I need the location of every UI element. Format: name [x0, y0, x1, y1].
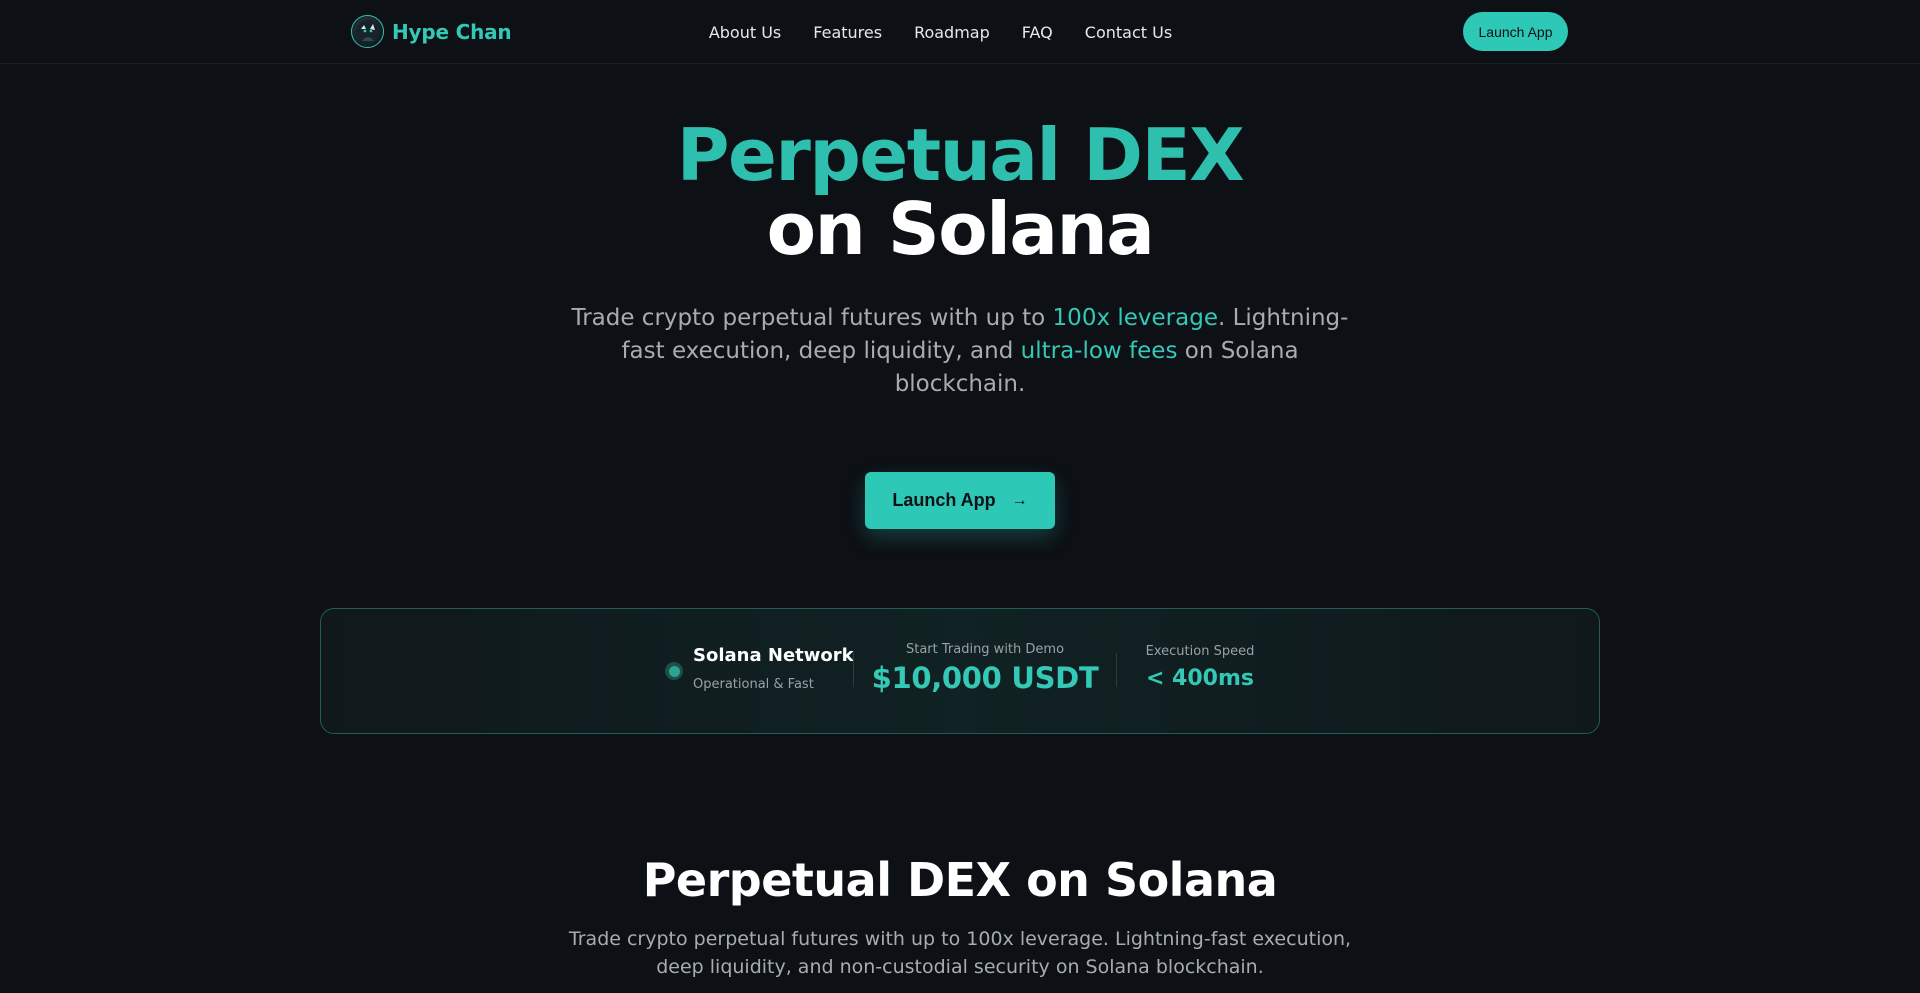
- hero-launch-app-label: Launch App: [892, 490, 996, 510]
- network-status: Operational & Fast: [693, 677, 814, 692]
- nav-about-us[interactable]: About Us: [709, 23, 781, 42]
- nav-contact-us[interactable]: Contact Us: [1085, 23, 1172, 42]
- nav-faq[interactable]: FAQ: [1022, 23, 1053, 42]
- hero-launch-app-button[interactable]: Launch App →: [865, 472, 1055, 529]
- nav-roadmap[interactable]: Roadmap: [914, 23, 990, 42]
- stats-divider: [853, 653, 854, 687]
- mascot-avatar-icon: [351, 15, 384, 48]
- hero-title: Perpetual DEX on Solana: [0, 118, 1920, 266]
- hero-title-line2: on Solana: [766, 187, 1155, 271]
- header-launch-app-button[interactable]: Launch App: [1463, 12, 1568, 51]
- brand-name: Hype Chan: [392, 19, 512, 44]
- arrow-right-icon: →: [1011, 491, 1028, 509]
- brand-logo-link[interactable]: Hype Chan: [351, 15, 512, 48]
- network-title: Solana Network: [693, 645, 854, 666]
- landing-page: Hype Chan About Us Features Roadmap FAQ …: [0, 0, 1920, 993]
- hero-sub-text-1: Trade crypto perpetual futures with up t…: [571, 305, 1053, 331]
- demo-label: Start Trading with Demo: [905, 642, 1065, 657]
- nav-features[interactable]: Features: [813, 23, 882, 42]
- section-title: Perpetual DEX on Solana: [642, 853, 1278, 907]
- demo-value: $10,000 USDT: [871, 661, 1099, 695]
- stats-divider: [1116, 653, 1117, 687]
- section-subtitle: Trade crypto perpetual futures with up t…: [568, 928, 1352, 978]
- status-indicator-icon: [665, 662, 683, 680]
- site-header: Hype Chan About Us Features Roadmap FAQ …: [0, 0, 1920, 64]
- hero-title-line1: Perpetual DEX: [676, 113, 1245, 197]
- execution-speed-value: < 400ms: [1145, 666, 1255, 691]
- main-nav: About Us Features Roadmap FAQ Contact Us: [0, 0, 1920, 64]
- hero-sub-highlight-fees: ultra-low fees: [1020, 338, 1178, 364]
- hero-subtitle: Trade crypto perpetual futures with up t…: [560, 302, 1360, 401]
- execution-speed-label: Execution Speed: [1145, 644, 1255, 659]
- hero-sub-highlight-leverage: 100x leverage: [1052, 305, 1218, 331]
